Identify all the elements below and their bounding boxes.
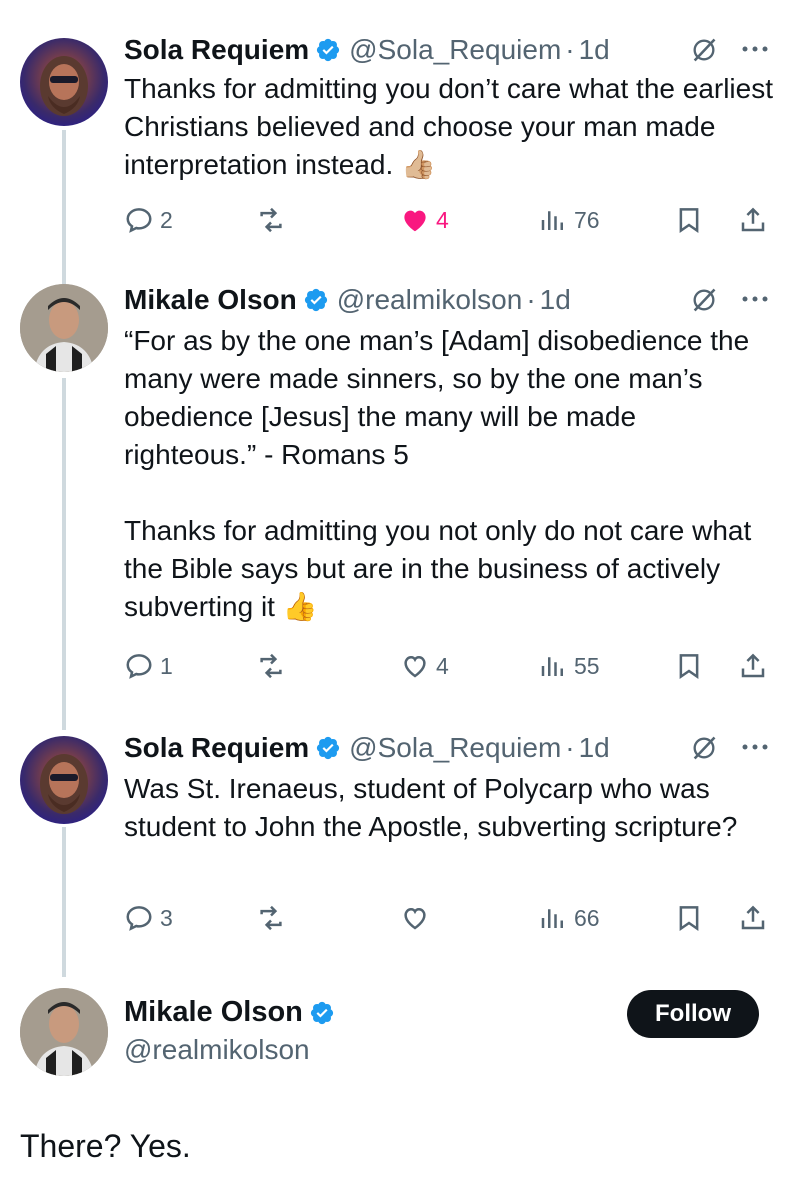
avatar[interactable] [20,988,108,1076]
author-name[interactable]: Mikale Olson [124,284,297,316]
timestamp[interactable]: 1d [540,284,571,316]
reply-icon [126,906,152,931]
bookmark-icon [679,906,699,932]
share-icon [741,905,765,930]
bookmark-icon [679,208,699,234]
tweet-paragraph: Thanks for admitting you not only do not… [124,515,760,622]
views-icon [541,211,563,230]
retweet-icon [260,905,282,931]
views-icon [541,657,563,676]
more-icon[interactable] [738,284,772,314]
timestamp[interactable]: 1d [579,732,610,764]
reply-count: 3 [160,904,173,931]
retweet-button[interactable] [256,202,292,238]
author-handle[interactable]: @realmikolson [337,284,523,316]
avatar[interactable] [20,736,108,824]
views-icon [541,909,563,928]
bookmark-button[interactable] [674,202,704,238]
views-button[interactable]: 66 [538,900,600,936]
avatar-image [40,754,88,814]
like-count: 4 [436,652,449,679]
bookmark-button[interactable] [674,900,704,936]
avatar-image [40,56,88,116]
verified-badge-icon [317,38,340,62]
share-icon [741,207,765,232]
avatar[interactable] [20,284,108,372]
views-button[interactable]: 55 [538,648,600,684]
author-handle[interactable]: @Sola_Requiem [349,34,561,66]
like-button[interactable]: 4 [400,648,449,684]
tweet-actions: 2 4 76 [124,202,774,238]
bookmark-icon [679,654,699,680]
main-tweet-text: There? Yes. [20,1128,191,1164]
bookmark-button[interactable] [674,648,704,684]
avatar[interactable] [20,38,108,126]
more-icon[interactable] [738,34,772,64]
thread-line [62,130,66,285]
reply-count: 2 [160,206,173,233]
views-button[interactable]: 76 [538,202,600,238]
reply-icon [126,208,152,233]
views-count: 76 [574,206,600,233]
reply-button[interactable]: 1 [124,648,173,684]
tweet-actions: 1 4 55 [124,648,774,684]
tweet-actions: 3 66 [124,900,774,936]
share-button[interactable] [738,900,768,936]
reply-button[interactable]: 3 [124,900,173,936]
like-button[interactable]: 4 [400,202,449,238]
reply-button[interactable]: 2 [124,202,173,238]
avatar-image [20,284,108,372]
share-button[interactable] [738,202,768,238]
share-button[interactable] [738,648,768,684]
more-icon[interactable] [738,732,772,762]
separator-dot: · [565,732,575,763]
avatar-image [20,988,108,1076]
author-name[interactable]: Mikale Olson [124,996,303,1029]
author-name[interactable]: Sola Requiem [124,34,309,66]
retweet-button[interactable] [256,648,292,684]
tweet-text: “For as by the one man’s [Adam] disobedi… [124,322,774,626]
verified-badge-icon [317,736,340,760]
grok-icon[interactable] [690,36,718,64]
tweet-header: Sola Requiem @Sola_Requiem · 1d [124,30,610,70]
author-handle[interactable]: @Sola_Requiem [349,732,561,764]
tweet-text: Thanks for admitting you don’t care what… [124,70,774,184]
views-count: 66 [574,904,600,931]
timestamp[interactable]: 1d [579,34,610,66]
share-icon [741,653,765,678]
heart-icon [404,907,426,930]
retweet-icon [260,653,282,679]
heart-icon [404,655,426,678]
like-button[interactable] [400,900,436,936]
author-handle[interactable]: @realmikolson [124,1034,310,1066]
heart-icon [404,210,426,232]
tweet-paragraph: Was St. Irenaeus, student of Polycarp wh… [124,773,738,842]
author-name[interactable]: Sola Requiem [124,732,309,764]
separator-dot: · [565,34,575,65]
separator-dot: · [526,284,536,315]
verified-badge-icon [310,1001,333,1024]
retweet-button[interactable] [256,900,292,936]
tweet-header: Mikale Olson @realmikolson · 1d [124,280,571,320]
reply-icon [126,654,152,679]
tweet-text: Was St. Irenaeus, student of Polycarp wh… [124,770,774,846]
thread-line [62,827,66,977]
reply-count: 1 [160,652,173,679]
tweet-header: Sola Requiem @Sola_Requiem · 1d [124,728,610,768]
main-author: Mikale Olson [124,996,343,1029]
tweet-paragraph: Thanks for admitting you don’t care what… [124,73,781,180]
thread-line [62,378,66,730]
follow-button[interactable]: Follow [627,990,759,1038]
grok-icon[interactable] [690,286,718,314]
retweet-icon [260,207,282,233]
like-count: 4 [436,206,449,233]
tweet-paragraph: “For as by the one man’s [Adam] disobedi… [124,325,757,470]
views-count: 55 [574,652,600,679]
verified-badge-icon [304,288,327,312]
grok-icon[interactable] [690,734,718,762]
